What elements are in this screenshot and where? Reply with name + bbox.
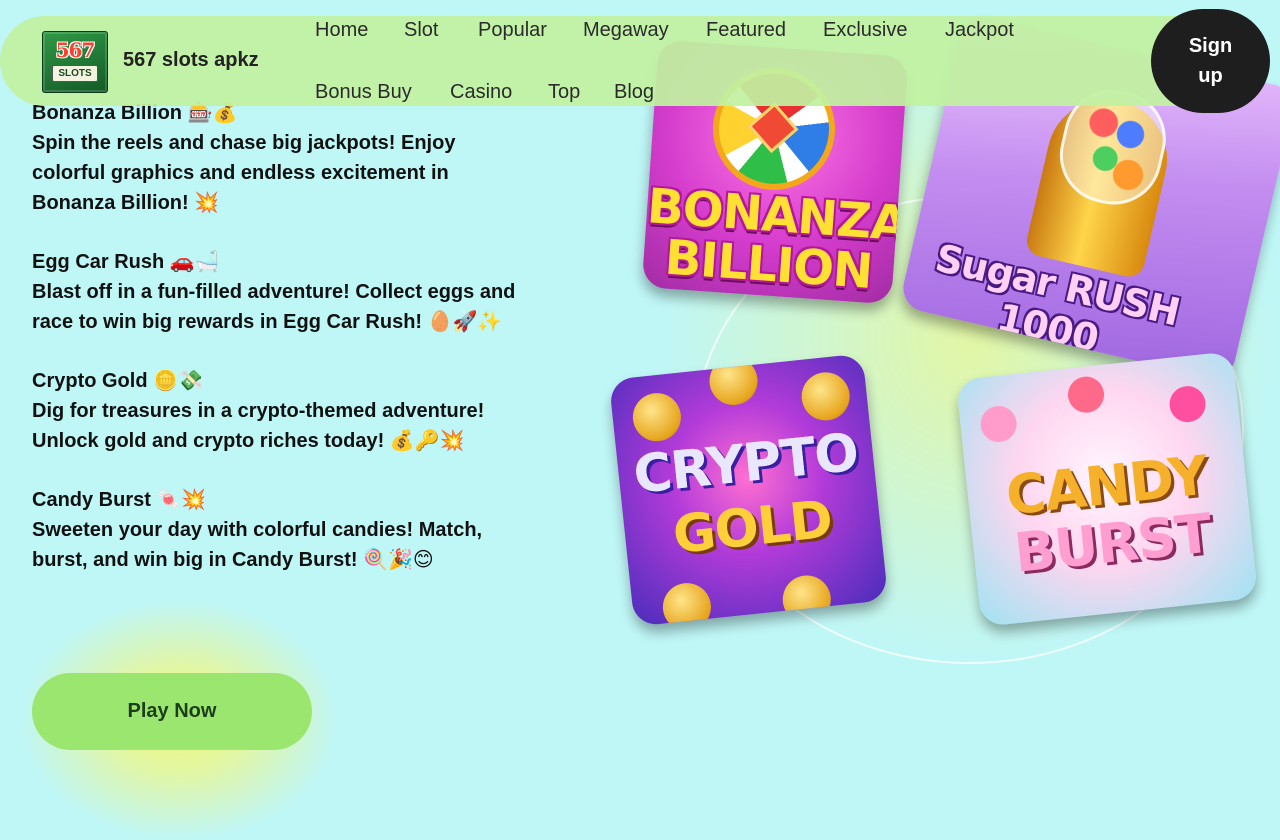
brand-name[interactable]: 567 slots apkz [123,49,259,72]
game-list: Bonanza Billion 🎰💰 Spin the reels and ch… [32,98,532,604]
nav-casino[interactable]: Casino [450,79,512,105]
signup-button[interactable]: Sign up [1151,9,1270,113]
game-title: Crypto Gold 🪙💸 [32,370,203,392]
game-tile-crypto-gold[interactable]: CRYPTO GOLD [608,353,889,627]
nav-jackpot[interactable]: Jackpot [945,17,1014,43]
game-item-crypto-gold: Crypto Gold 🪙💸 Dig for treasures in a cr… [32,366,532,456]
game-description: Blast off in a fun-filled adventure! Col… [32,281,516,333]
coin-graphic [799,370,853,423]
coin-graphic [630,390,684,444]
nav-top[interactable]: Top [548,79,580,105]
game-description: Spin the reels and chase big jackpots! E… [32,132,456,214]
game-item-egg-car-rush: Egg Car Rush 🚗🛁 Blast off in a fun-fille… [32,247,532,337]
logo-subtitle: SLOTS [52,65,98,82]
nav-home[interactable]: Home [315,17,368,43]
game-title: Egg Car Rush 🚗🛁 [32,251,220,273]
nav-popular[interactable]: Popular [478,17,547,43]
nav-bonus-buy[interactable]: Bonus Buy [315,79,412,105]
signup-label: Sign up [1188,35,1233,87]
logo-number: 567 [55,38,96,62]
game-item-candy-burst: Candy Burst 🍬💥 Sweeten your day with col… [32,485,532,575]
nav-featured[interactable]: Featured [706,17,786,43]
game-description: Sweeten your day with colorful candies! … [32,519,483,571]
nav-exclusive[interactable]: Exclusive [823,17,907,43]
nav-slot[interactable]: Slot [404,17,438,43]
game-title: Candy Burst 🍬💥 [32,489,207,511]
play-now-button[interactable]: Play Now [32,673,312,750]
game-description: Dig for treasures in a crypto-themed adv… [32,400,485,452]
coin-graphic [660,580,714,627]
candy-graphic [1167,384,1208,424]
nav-megaway[interactable]: Megaway [583,17,669,43]
candy-graphic [978,404,1019,444]
candy-graphic [1066,374,1106,415]
tile-logo-text: BONANZA BILLION [642,178,908,300]
game-item-bonanza-billion: Bonanza Billion 🎰💰 Spin the reels and ch… [32,98,532,218]
brand-logo[interactable]: 567 SLOTS [42,31,108,93]
nav-blog[interactable]: Blog [614,79,654,105]
game-tile-candy-burst[interactable]: CANDY BURST [955,351,1259,627]
